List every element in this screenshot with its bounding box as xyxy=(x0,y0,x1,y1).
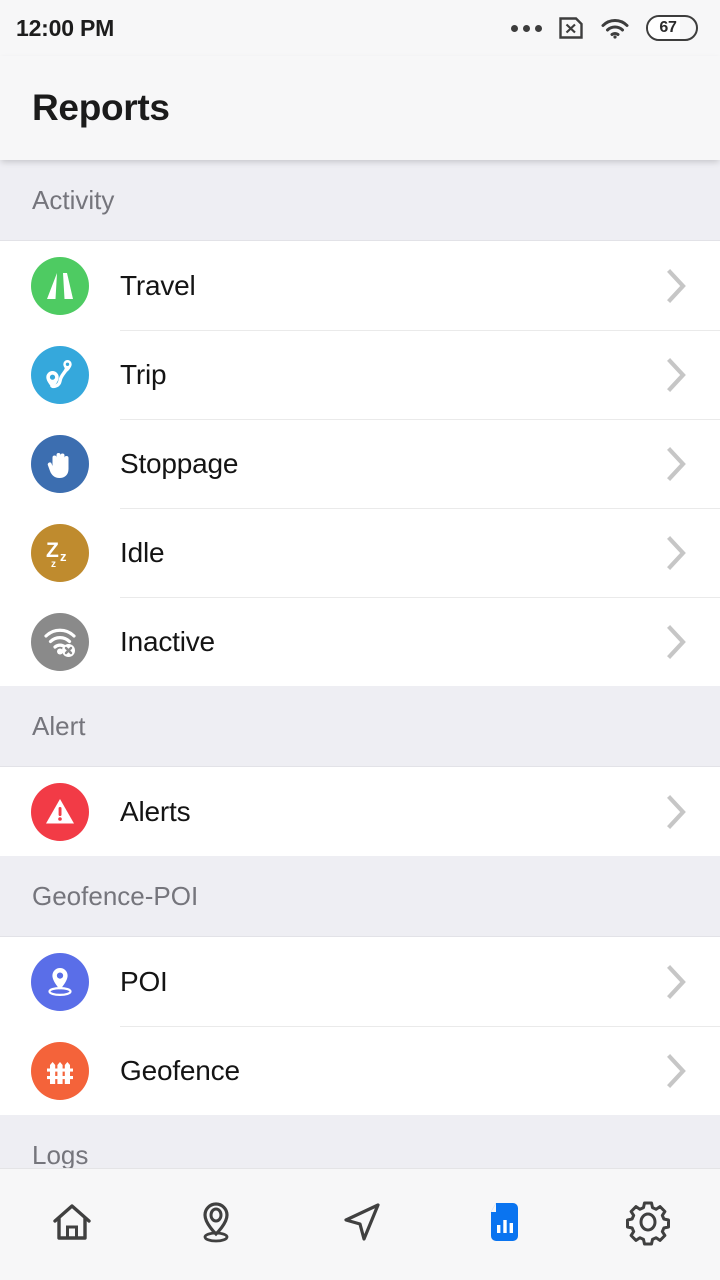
chevron-right-icon[interactable] xyxy=(666,1052,688,1090)
road-icon xyxy=(31,256,89,315)
section-header-label: Logs xyxy=(32,1139,89,1169)
chevron-right-icon[interactable] xyxy=(666,623,688,661)
row-label: Inactive xyxy=(120,625,215,657)
battery-icon: 67 xyxy=(646,15,698,41)
row-label: Travel xyxy=(120,269,196,301)
status-bar: 12:00 PM 67 xyxy=(0,0,720,56)
row-icon-container xyxy=(0,612,120,671)
route-pins-icon xyxy=(31,345,89,404)
row-icon-container xyxy=(0,1041,120,1100)
row-icon-container xyxy=(0,256,120,315)
row-label: POI xyxy=(120,965,168,997)
status-bar-icons: 67 xyxy=(511,15,698,41)
chevron-right-icon[interactable] xyxy=(666,963,688,1001)
bottom-navigation xyxy=(0,1168,720,1280)
warning-triangle-icon xyxy=(31,782,89,841)
chevron-right-icon[interactable] xyxy=(666,793,688,831)
nav-item-home[interactable] xyxy=(0,1169,144,1280)
more-dots-icon xyxy=(511,24,542,32)
row-label: Alerts xyxy=(120,795,191,827)
nav-item-reports-chart-document[interactable] xyxy=(432,1169,576,1280)
sim-card-off-icon xyxy=(558,16,584,40)
report-row-geofence[interactable]: Geofence xyxy=(0,1026,720,1115)
svg-text:z: z xyxy=(60,549,67,564)
section-header-alert: Alert xyxy=(0,686,720,767)
sleep-zzz-icon: Zzz xyxy=(31,523,89,582)
reports-chart-document-icon[interactable] xyxy=(480,1198,528,1251)
battery-level-label: 67 xyxy=(659,19,677,36)
status-bar-clock: 12:00 PM xyxy=(16,14,115,41)
wifi-icon xyxy=(600,16,630,40)
nav-item-map-pin[interactable] xyxy=(144,1169,288,1280)
chevron-right-icon[interactable] xyxy=(666,534,688,572)
nav-item-navigation-arrow[interactable] xyxy=(288,1169,432,1280)
report-row-travel[interactable]: Travel xyxy=(0,241,720,330)
report-row-idle[interactable]: Zz z Idle xyxy=(0,508,720,597)
row-label: Idle xyxy=(120,536,165,568)
hand-stop-icon xyxy=(31,434,89,493)
row-icon-container xyxy=(0,434,120,493)
row-label: Stoppage xyxy=(120,447,239,479)
section-header-label: Geofence-POI xyxy=(32,880,199,911)
page-title: Reports xyxy=(32,87,170,128)
home-icon[interactable] xyxy=(48,1198,96,1251)
chevron-right-icon[interactable] xyxy=(666,356,688,394)
nav-item-gear[interactable] xyxy=(576,1169,720,1280)
report-row-inactive[interactable]: Inactive xyxy=(0,597,720,686)
wifi-off-icon xyxy=(31,612,89,671)
row-icon-container xyxy=(0,782,120,841)
section-header-geofence-poi: Geofence-POI xyxy=(0,856,720,937)
row-icon-container xyxy=(0,952,120,1011)
fence-icon xyxy=(31,1041,89,1100)
report-row-alerts[interactable]: Alerts xyxy=(0,767,720,856)
map-pin-icon xyxy=(31,952,89,1011)
section-header-activity: Activity xyxy=(0,160,720,241)
row-icon-container xyxy=(0,345,120,404)
section-header-label: Activity xyxy=(32,184,115,215)
row-icon-container: Zzz xyxy=(0,523,120,582)
row-label: Geofence xyxy=(120,1054,240,1086)
report-row-trip[interactable]: Trip xyxy=(0,330,720,419)
row-label: Trip xyxy=(120,358,167,390)
section-header-label: Alert xyxy=(32,710,86,741)
report-row-poi[interactable]: POI xyxy=(0,937,720,1026)
section-header-logs: Logs xyxy=(0,1115,720,1168)
chevron-right-icon[interactable] xyxy=(666,445,688,483)
gear-icon[interactable] xyxy=(624,1198,672,1251)
map-pin-icon[interactable] xyxy=(192,1198,240,1251)
svg-text:z: z xyxy=(51,559,56,570)
navigation-arrow-icon[interactable] xyxy=(336,1198,384,1251)
reports-list[interactable]: Activity Travel Trip Stoppage Zz z Idle Inactiv… xyxy=(0,160,720,1168)
app-bar: Reports xyxy=(0,56,720,160)
section-rows: Travel Trip Stoppage Zz z Idle Inactive xyxy=(0,241,720,686)
report-row-stoppage[interactable]: Stoppage xyxy=(0,419,720,508)
section-rows: Alerts xyxy=(0,767,720,856)
section-rows: POI Geofence xyxy=(0,937,720,1115)
chevron-right-icon[interactable] xyxy=(666,267,688,305)
